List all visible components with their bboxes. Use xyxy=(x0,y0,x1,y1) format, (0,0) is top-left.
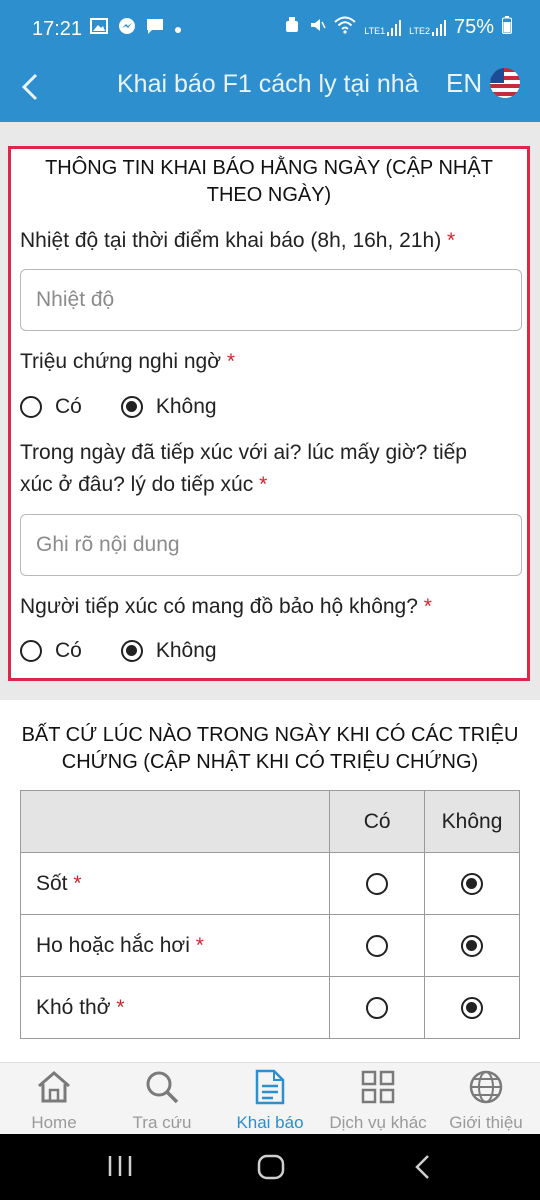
nav-item-other-services[interactable]: Dịch vụ khác xyxy=(324,1063,432,1134)
temperature-label: Nhiệt độ tại thời điểm khai báo (8h, 16h… xyxy=(20,229,456,252)
temperature-input[interactable] xyxy=(20,269,522,331)
radio-unchecked-icon[interactable] xyxy=(20,396,42,418)
app-header: Khai báo F1 cách ly tại nhà EN xyxy=(0,58,540,122)
chat-icon xyxy=(146,18,164,40)
symptom-name: Ho hoặc hắc hơi * xyxy=(19,914,331,977)
back-button[interactable] xyxy=(20,66,50,106)
daily-declaration-form: THÔNG TIN KHAI BÁO HẰNG NGÀY (CẬP NHẬT T… xyxy=(8,146,530,681)
radio-checked-icon[interactable] xyxy=(461,934,484,957)
language-toggle[interactable]: EN xyxy=(446,68,482,99)
nav-item-about[interactable]: Giới thiệu xyxy=(432,1063,540,1134)
signal2-icon: LTE2 xyxy=(409,19,446,36)
col-header-yes: Có xyxy=(329,790,426,853)
required-mark: * xyxy=(259,473,268,496)
dot-icon xyxy=(174,19,182,39)
radio-checked-icon[interactable] xyxy=(120,396,143,418)
recent-apps-icon[interactable] xyxy=(107,1154,133,1183)
symptom-section-title: BẤT CỨ LÚC NÀO TRONG NGÀY KHI CÓ CÁC TRI… xyxy=(21,724,519,773)
radio-checked-icon[interactable] xyxy=(461,872,484,895)
table-row: Ho hoặc hắc hơi * xyxy=(19,914,520,977)
radio-unchecked-icon[interactable] xyxy=(366,934,389,957)
symptoms-option-yes[interactable]: Có xyxy=(20,395,82,419)
battery-icon xyxy=(502,16,512,39)
grid-icon xyxy=(324,1069,432,1105)
messenger-icon xyxy=(118,17,136,40)
contact-label: Trong ngày đã tiếp xúc với ai? lúc mấy g… xyxy=(20,441,467,496)
protection-option-yes[interactable]: Có xyxy=(20,639,82,663)
radio-unchecked-icon[interactable] xyxy=(20,640,42,662)
symptoms-label: Triệu chứng nghi ngờ * xyxy=(20,350,236,373)
symptom-section: BẤT CỨ LÚC NÀO TRONG NGÀY KHI CÓ CÁC TRI… xyxy=(0,700,540,1070)
wifi-icon xyxy=(334,16,356,39)
symptom-table: Có Không Sốt * Ho hoặc hắc hơi * Khó thở… xyxy=(19,790,520,1039)
system-nav-bar xyxy=(0,1134,540,1200)
gallery-icon xyxy=(90,18,108,39)
globe-icon xyxy=(432,1069,540,1105)
daily-section-title: THÔNG TIN KHAI BÁO HẰNG NGÀY (CẬP NHẬT T… xyxy=(45,157,493,206)
symptoms-radio-group: Có Không xyxy=(20,395,217,419)
nav-item-lookup[interactable]: Tra cứu xyxy=(108,1063,216,1134)
alarm-icon xyxy=(284,16,300,39)
status-time: 17:21 xyxy=(32,18,83,40)
radio-checked-icon[interactable] xyxy=(461,996,484,1019)
battery-percent: 75% xyxy=(453,16,494,38)
radio-unchecked-icon[interactable] xyxy=(366,996,389,1019)
symptom-name: Khó thở * xyxy=(19,976,331,1039)
table-header-empty xyxy=(19,790,331,853)
table-row: Sốt * xyxy=(19,852,520,915)
symptom-name: Sốt * xyxy=(19,852,331,915)
required-mark: * xyxy=(423,595,432,618)
page-title: Khai báo F1 cách ly tại nhà xyxy=(117,70,419,98)
home-button-icon[interactable] xyxy=(257,1154,285,1185)
col-header-no: Không xyxy=(424,790,520,853)
mute-icon xyxy=(308,16,326,39)
symptoms-option-no[interactable]: Không xyxy=(120,395,217,419)
home-icon xyxy=(0,1069,108,1105)
table-header-row: Có Không xyxy=(19,790,520,853)
nav-item-home[interactable]: Home xyxy=(0,1063,108,1134)
required-mark: * xyxy=(226,350,236,373)
signal-icon: LTE1 xyxy=(364,19,402,36)
protection-radio-group: Có Không xyxy=(20,639,217,663)
radio-checked-icon[interactable] xyxy=(120,640,143,662)
bottom-nav: Home Tra cứu Khai báo Dịch vụ khác Giới … xyxy=(0,1062,540,1134)
protection-option-no[interactable]: Không xyxy=(120,639,217,663)
contact-details-input[interactable] xyxy=(20,514,522,576)
search-icon xyxy=(108,1069,216,1105)
us-flag-icon[interactable] xyxy=(490,68,520,98)
nav-item-declare[interactable]: Khai báo xyxy=(216,1063,324,1134)
table-row: Khó thở * xyxy=(19,976,520,1039)
radio-unchecked-icon[interactable] xyxy=(366,872,389,895)
required-mark: * xyxy=(447,229,456,252)
back-nav-icon[interactable] xyxy=(413,1154,431,1185)
document-icon xyxy=(216,1069,324,1105)
status-bar: 17:21 LTE1 LTE2 75% xyxy=(0,0,540,58)
protection-label: Người tiếp xúc có mang đồ bảo hộ không? … xyxy=(20,595,432,618)
